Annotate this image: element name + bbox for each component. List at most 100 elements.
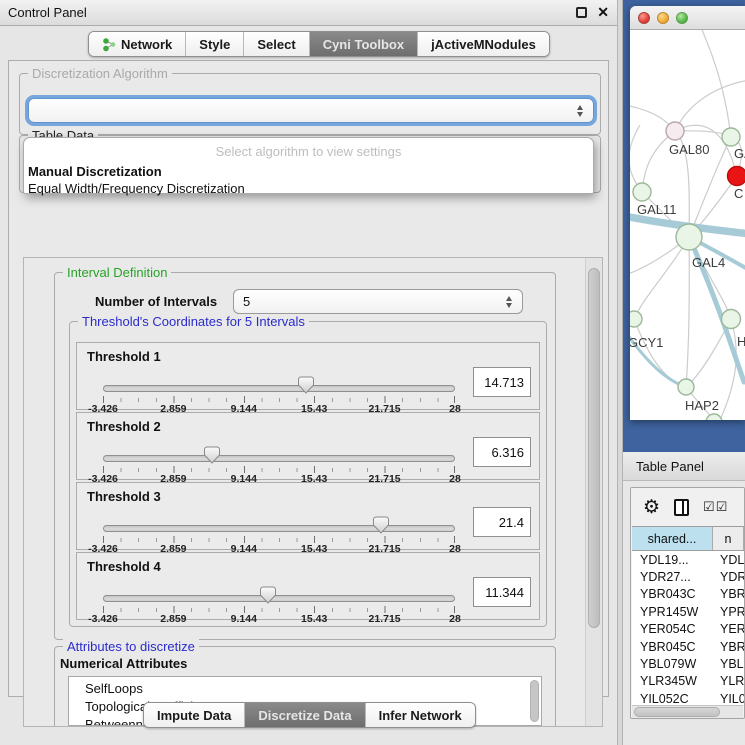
gear-icon[interactable]: ⚙	[643, 498, 660, 517]
tab-discretize-data[interactable]: Discretize Data	[244, 703, 364, 727]
tab-infer-network[interactable]: Infer Network	[365, 703, 475, 727]
table-row[interactable]: YBR043CYBR0	[632, 586, 744, 603]
threshold-row: Threshold 2 -3.4262.8599.14415.4321.7152…	[76, 412, 540, 480]
cell-shared-name[interactable]: YDR27...	[632, 570, 713, 584]
list-scrollbar-thumb[interactable]	[530, 680, 539, 722]
tab-label: Style	[199, 37, 230, 52]
network-node[interactable]	[676, 224, 702, 250]
close-icon[interactable]: ✕	[597, 7, 609, 18]
table-row[interactable]: YLR345WYLR3	[632, 673, 744, 690]
network-node[interactable]	[722, 128, 740, 146]
numerical-attributes-label: Numerical Attributes	[60, 656, 187, 671]
tab-style[interactable]: Style	[185, 32, 243, 56]
threshold-value-field[interactable]: 21.4	[473, 507, 531, 537]
close-traffic-icon[interactable]	[638, 12, 650, 24]
tab-select[interactable]: Select	[243, 32, 308, 56]
threshold-slider-track[interactable]	[103, 455, 455, 462]
threshold-slider-track[interactable]	[103, 595, 455, 602]
network-window-titlebar[interactable]	[630, 6, 745, 30]
cell-name[interactable]: YDR2	[713, 570, 744, 584]
threshold-rows: Threshold 1 -3.4262.8599.14415.4321.7152…	[76, 342, 540, 622]
node-label: GCY1	[630, 335, 663, 350]
network-view-window: GAL80GACGAL11GAL4GCY1HHAP2	[630, 6, 745, 420]
table-row[interactable]: YPR145WYPR1	[632, 603, 744, 620]
cell-name[interactable]: YBR0	[713, 587, 744, 601]
node-label: GAL80	[669, 142, 709, 157]
node-label: GA	[734, 146, 745, 161]
tick-label: 21.715	[369, 613, 401, 625]
tick-label: 2.859	[160, 613, 186, 625]
network-node[interactable]	[722, 310, 741, 329]
column-header[interactable]: n	[713, 527, 744, 550]
threshold-label: Threshold 1	[87, 349, 161, 364]
column-header[interactable]: shared...	[632, 527, 713, 550]
tab-cyni-toolbox[interactable]: Cyni Toolbox	[309, 32, 417, 56]
column-layout-icon[interactable]	[674, 499, 689, 516]
float-window-icon[interactable]	[576, 7, 587, 18]
select-columns-icon[interactable]: ☑☑	[703, 499, 728, 515]
tab-impute-data[interactable]: Impute Data	[144, 703, 244, 727]
network-node[interactable]	[728, 167, 745, 186]
tick-label: 28	[449, 613, 461, 625]
table-hscrollbar-thumb[interactable]	[634, 707, 720, 717]
threshold-slider-track[interactable]	[103, 385, 455, 392]
cell-name[interactable]: YPR1	[713, 605, 744, 619]
network-node[interactable]	[706, 414, 722, 420]
settings-scrollbar-thumb[interactable]	[588, 268, 600, 628]
cell-shared-name[interactable]: YPR145W	[632, 605, 713, 619]
algorithm-option[interactable]: Equal Width/Frequency Discretization	[25, 180, 592, 197]
cell-shared-name[interactable]: YER054C	[632, 622, 713, 636]
network-canvas[interactable]: GAL80GACGAL11GAL4GCY1HHAP2	[630, 30, 745, 420]
network-node[interactable]	[678, 379, 694, 395]
threshold-value-field[interactable]: 6.316	[473, 437, 531, 467]
minimize-traffic-icon[interactable]	[657, 12, 669, 24]
threshold-row: Threshold 1 -3.4262.8599.14415.4321.7152…	[76, 342, 540, 410]
table-row[interactable]: YDR27...YDR2	[632, 568, 744, 585]
cell-shared-name[interactable]: YBR045C	[632, 640, 713, 654]
node-label: H	[737, 334, 745, 349]
settings-scrollbar[interactable]	[585, 258, 602, 726]
cell-name[interactable]: YER0	[713, 622, 744, 636]
table-row[interactable]: YIL052CYIL0	[632, 690, 744, 705]
algorithm-popup: Select algorithm to view settings Manual…	[23, 137, 594, 194]
cell-name[interactable]: YLR3	[713, 674, 744, 688]
table-row[interactable]: YBL079WYBL0	[632, 655, 744, 672]
attribute-item[interactable]: SelfLoops	[85, 680, 541, 698]
network-node[interactable]	[666, 122, 684, 140]
tab-jactivemnodules[interactable]: jActiveMNodules	[417, 32, 549, 56]
table-row[interactable]: YER054CYER0	[632, 621, 744, 638]
table-hscrollbar[interactable]	[632, 705, 743, 718]
threshold-slider-handle[interactable]	[204, 446, 220, 464]
algorithm-select[interactable]	[28, 98, 594, 123]
zoom-traffic-icon[interactable]	[676, 12, 688, 24]
threshold-slider-handle[interactable]	[260, 586, 276, 604]
threshold-slider-track[interactable]	[103, 525, 455, 532]
cell-name[interactable]: YIL0	[713, 692, 744, 705]
table-row[interactable]: YBR045CYBR0	[632, 638, 744, 655]
tab-label: Infer Network	[379, 708, 462, 723]
network-node[interactable]	[630, 311, 642, 327]
cell-shared-name[interactable]: YBR043C	[632, 587, 713, 601]
threshold-value-field[interactable]: 11.344	[473, 577, 531, 607]
num-intervals-select[interactable]: 5	[233, 289, 523, 314]
thresholds-title: Threshold's Coordinates for 5 Intervals	[78, 314, 309, 329]
cell-shared-name[interactable]: YIL052C	[632, 692, 713, 705]
cell-shared-name[interactable]: YLR345W	[632, 674, 713, 688]
tab-network[interactable]: Network	[89, 32, 185, 56]
cell-shared-name[interactable]: YBL079W	[632, 657, 713, 671]
table-row[interactable]: YDL19...YDL1	[632, 551, 744, 568]
cell-name[interactable]: YBR0	[713, 640, 744, 654]
node-label: HAP2	[685, 398, 719, 413]
cell-name[interactable]: YBL0	[713, 657, 744, 671]
network-node[interactable]	[633, 183, 651, 201]
threshold-slider-handle[interactable]	[373, 516, 389, 534]
top-tab-bar: Network Style SelectCyni ToolboxjActiveMNo…	[88, 31, 550, 57]
algorithm-option[interactable]: Manual Discretization	[25, 163, 592, 180]
bottom-tab-bar: Impute DataDiscretize Data Infer Network	[143, 702, 476, 728]
threshold-slider-handle[interactable]	[298, 376, 314, 394]
cell-name[interactable]: YDL1	[713, 553, 744, 567]
threshold-value-field[interactable]: 14.713	[473, 367, 531, 397]
interval-definition-group: Interval Definition Number of Intervals …	[54, 272, 556, 640]
cell-shared-name[interactable]: YDL19...	[632, 553, 713, 567]
slider-ticks	[103, 606, 455, 613]
